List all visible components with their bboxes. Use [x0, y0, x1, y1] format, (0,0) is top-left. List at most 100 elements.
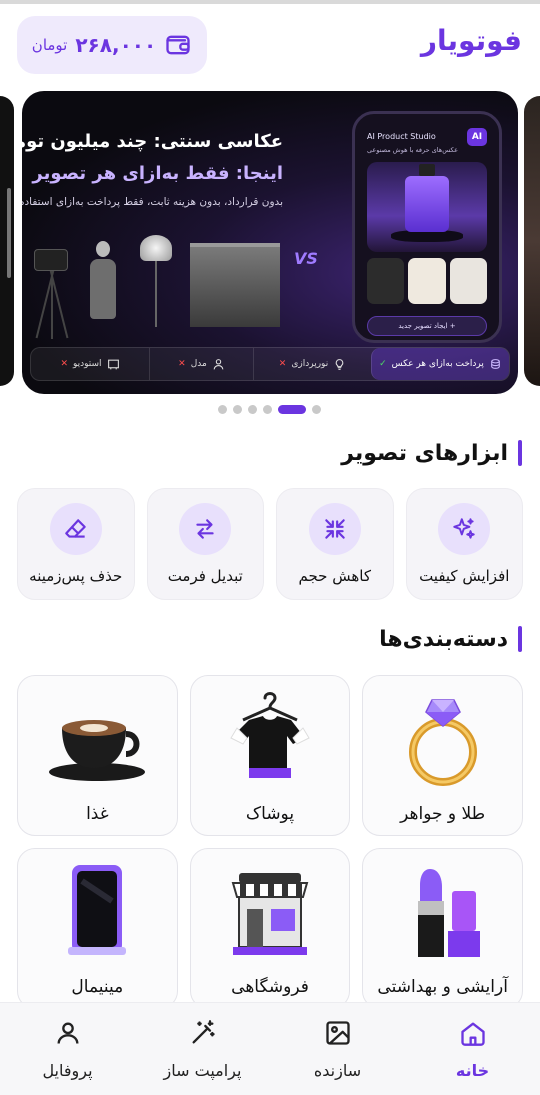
carousel-indicator	[218, 404, 321, 414]
product-thumbnails	[367, 258, 487, 304]
banner-headline-1: عکاسی سنتی: چند میلیون تومان	[22, 131, 283, 152]
category-store[interactable]: فروشگاهی	[189, 848, 351, 1009]
phone-minimal-image	[68, 865, 127, 955]
tool-icon-circle	[308, 503, 361, 555]
category-label: طلا و جواهر	[400, 804, 486, 824]
watch-thumbnail	[367, 258, 405, 304]
check-icon: ✓	[379, 359, 387, 369]
tool-label: تبدیل فرمت	[167, 567, 243, 585]
comparison-studio: ✕ استودیو	[31, 348, 149, 380]
home-icon	[460, 1022, 485, 1046]
comparison-model: ✕ مدل	[149, 348, 253, 380]
carousel-dot[interactable]	[218, 404, 227, 414]
category-food[interactable]: غذا	[17, 675, 178, 836]
tool-remove-background[interactable]: حذف پس‌زمینه	[17, 488, 135, 600]
tool-label: کاهش حجم	[298, 567, 371, 585]
person-icon	[213, 358, 224, 369]
sparkles-icon	[453, 518, 475, 539]
category-label: مینیمال	[71, 977, 124, 997]
magic-wand-icon	[192, 1020, 215, 1044]
x-icon: ✕	[178, 359, 186, 369]
ai-badge: AI	[467, 128, 487, 146]
model-figure	[88, 241, 118, 327]
tool-icon-circle	[438, 503, 491, 555]
nav-label: خانه	[455, 1061, 490, 1080]
comparison-label: مدل	[190, 359, 207, 369]
wallet-amount: ۲۶۸,۰۰۰	[75, 33, 157, 57]
studio-equipment-illustration	[22, 231, 292, 339]
carousel-dot[interactable]	[312, 404, 321, 414]
category-label: غذا	[86, 804, 109, 824]
storefront-image	[231, 873, 309, 955]
perfume-product-image	[367, 162, 487, 252]
bag-thumbnail	[449, 258, 487, 304]
app-title: فوتویار	[420, 24, 522, 57]
categories-section-header: دسته‌بندی‌ها	[379, 626, 522, 652]
nav-label: پرامپت ساز	[163, 1061, 242, 1080]
comparison-pay-per-image: ✓ پرداخت به‌ازای هر عکس	[371, 348, 509, 380]
tool-label: حذف پس‌زمینه	[29, 567, 123, 585]
status-bar-edge	[0, 0, 540, 4]
carousel-dot[interactable]	[263, 404, 272, 414]
category-cosmetics[interactable]: آرایشی و بهداشتی	[362, 848, 523, 1009]
banner-prev-peek[interactable]	[0, 96, 14, 386]
comparison-lighting: ✕ نورپردازی	[253, 348, 371, 380]
promo-banner[interactable]: عکاسی سنتی: چند میلیون تومان اینجا: فقط …	[22, 91, 518, 394]
nav-home[interactable]: خانه	[405, 1003, 540, 1095]
category-jewelry[interactable]: طلا و جواهر	[362, 675, 523, 836]
compress-arrows-icon	[325, 519, 345, 539]
tools-section-title: ابزارهای تصویر	[341, 440, 508, 466]
tools-section-header: ابزارهای تصویر	[341, 440, 522, 466]
user-icon	[57, 1022, 78, 1044]
category-label: فروشگاهی	[231, 977, 309, 997]
category-label: پوشاک	[245, 804, 295, 824]
tool-enhance-quality[interactable]: افزایش کیفیت	[405, 488, 523, 600]
categories-grid: طلا و جواهر پوشاک غذا آرایشی و بهداشتی ف…	[17, 675, 523, 1009]
backdrop-icon	[190, 243, 280, 327]
tool-icon-circle	[179, 503, 232, 555]
coffee-cup-image	[49, 720, 146, 781]
phone-app-desc: عکس‌های حرفه با هوش مصنوعی	[367, 146, 458, 154]
diamond-ring-image	[408, 699, 477, 786]
banner-headline-2: اینجا: فقط به‌ازای هر تصویر	[32, 163, 283, 184]
lipstick-image	[417, 869, 480, 957]
bottom-navigation: خانه سازنده پرامپت ساز پروفایل	[0, 1002, 540, 1095]
studio-light-icon	[140, 235, 172, 261]
nav-label: سازنده	[313, 1061, 362, 1080]
tool-compress[interactable]: کاهش حجم	[276, 488, 394, 600]
banner-subtitle: بدون قرارداد، بدون هزینه ثابت، فقط پرداخ…	[22, 196, 283, 208]
category-label: آرایشی و بهداشتی	[377, 977, 508, 997]
categories-section-title: دسته‌بندی‌ها	[379, 626, 508, 652]
comparison-label: پرداخت به‌ازای هر عکس	[391, 359, 484, 369]
phone-app-name: AI Product Studio	[367, 132, 436, 141]
wallet-balance-button[interactable]: تومان ۲۶۸,۰۰۰	[17, 16, 207, 74]
top-header: فوتویار تومان ۲۶۸,۰۰۰	[0, 14, 540, 74]
carousel-dot-active[interactable]	[278, 404, 306, 414]
nav-profile[interactable]: پروفایل	[0, 1003, 135, 1095]
tshirt-hanger-image	[230, 692, 310, 778]
studio-icon	[107, 359, 119, 369]
banner-next-peek[interactable]	[524, 96, 540, 386]
nav-creator[interactable]: سازنده	[270, 1003, 405, 1095]
carousel-dot[interactable]	[233, 404, 242, 414]
category-minimal[interactable]: مینیمال	[17, 848, 178, 1009]
x-icon: ✕	[60, 359, 68, 369]
eraser-icon	[64, 519, 86, 538]
tool-convert-format[interactable]: تبدیل فرمت	[146, 488, 264, 600]
nav-prompt-builder[interactable]: پرامپت ساز	[135, 1003, 270, 1095]
tool-icon-circle	[49, 503, 102, 555]
comparison-label: استودیو	[72, 359, 102, 369]
nav-label: پروفایل	[42, 1061, 93, 1080]
phone-mockup: AI AI Product Studio عکس‌های حرفه با هوش…	[352, 111, 502, 343]
coins-icon	[491, 358, 500, 369]
phone-create-button: ایجاد تصویر جدید +	[367, 316, 487, 336]
carousel-dot[interactable]	[248, 404, 257, 414]
x-icon: ✕	[278, 359, 287, 369]
camera-icon	[34, 249, 68, 271]
scroll-indicator	[7, 188, 11, 278]
wallet-icon	[166, 35, 190, 55]
lightbulb-icon	[335, 358, 344, 370]
swap-arrows-icon	[196, 519, 214, 539]
category-apparel[interactable]: پوشاک	[189, 675, 351, 836]
comparison-label: نورپردازی	[291, 359, 329, 369]
